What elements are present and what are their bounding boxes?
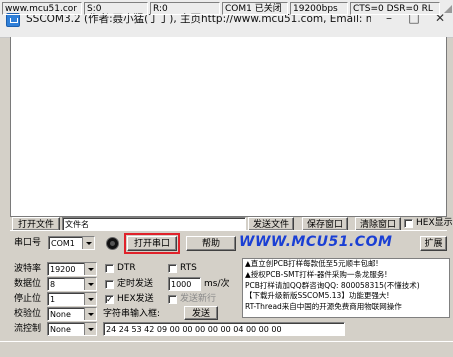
check-icon: ✓ (106, 295, 113, 304)
send-file-button[interactable]: 发送文件 (248, 217, 294, 231)
hex-send-label: HEX发送 (117, 294, 154, 304)
hex-display-label: HEX显示 (416, 218, 453, 228)
hex-send-checkbox[interactable]: ✓ (105, 295, 114, 304)
dtr-checkbox[interactable] (105, 264, 114, 273)
dtr-label: DTR (117, 263, 136, 273)
parity-select[interactable]: None (47, 307, 97, 321)
rts-checkbox[interactable] (168, 264, 177, 273)
status-received: R:0 (150, 2, 220, 15)
chevron-down-icon[interactable] (84, 293, 96, 305)
stopbits-label: 停止位 (14, 294, 42, 304)
ad-line[interactable]: 【下载升级新版SSCOM5.13】功能更强大! (245, 291, 449, 302)
expand-button[interactable]: 扩展 (420, 236, 447, 251)
port-label: 串口号 (14, 238, 42, 248)
flow-label: 流控制 (14, 324, 42, 334)
receive-area[interactable] (10, 37, 447, 217)
chevron-down-icon[interactable] (82, 237, 94, 249)
status-baud: 19200bps (290, 2, 348, 15)
chevron-down-icon[interactable] (84, 263, 96, 275)
logo-text: WWW.MCU51.COM (239, 234, 393, 250)
baud-value: 19200 (50, 265, 76, 274)
divider (10, 230, 447, 231)
timed-send-checkbox[interactable] (105, 280, 114, 289)
hex-display-checkbox[interactable] (404, 219, 413, 228)
stopbits-select[interactable]: 1 (47, 292, 97, 306)
send-newline-checkbox[interactable] (168, 295, 177, 304)
save-window-button[interactable]: 保存窗口 (302, 217, 348, 231)
chevron-down-icon[interactable] (84, 323, 96, 335)
port-status-indicator-icon (106, 237, 119, 250)
databits-select[interactable]: 8 (47, 277, 97, 291)
status-signals: CTS=0 DSR=0 RL (350, 2, 440, 15)
input-label: 字符串输入框: (103, 309, 161, 319)
rts-label: RTS (180, 263, 197, 273)
chevron-down-icon[interactable] (84, 278, 96, 290)
flow-value: None (50, 325, 71, 334)
interval-input[interactable]: 1000 (168, 277, 201, 291)
ad-line[interactable]: ▲直立创PCB打样每款低至5元顺丰包邮! (245, 259, 449, 270)
interval-unit-label: ms/次 (204, 279, 230, 289)
send-input[interactable]: 24 24 53 42 09 00 00 00 00 00 04 00 00 0… (103, 322, 345, 336)
stopbits-value: 1 (50, 295, 56, 304)
databits-label: 数据位 (14, 279, 42, 289)
help-button[interactable]: 帮助 (186, 236, 236, 251)
send-button[interactable]: 发送 (184, 306, 218, 320)
ad-line[interactable]: RT-Thread来自中国的开源免费商用物联网操作 (245, 302, 449, 313)
port-value: COM1 (51, 239, 75, 248)
app-icon (6, 13, 20, 27)
filename-field[interactable]: 文件名 (62, 217, 246, 231)
port-select[interactable]: COM1 (48, 236, 95, 250)
status-bar (0, 341, 453, 357)
send-newline-label: 发送新行 (180, 294, 217, 304)
status-port: COM1 已关闭 (222, 2, 288, 15)
resize-grip-icon[interactable] (443, 4, 453, 14)
parity-value: None (50, 310, 71, 319)
ad-panel[interactable]: ▲直立创PCB打样每款低至5元顺丰包邮! ▲授权PCB-SMT打样-器件采购一条… (242, 258, 450, 318)
baud-label: 波特率 (14, 264, 42, 274)
status-sent: S:0 (84, 2, 148, 15)
ad-line[interactable]: ▲授权PCB-SMT打样-器件采购一条龙服务! (245, 270, 449, 281)
chevron-down-icon[interactable] (84, 308, 96, 320)
highlight-box (124, 233, 180, 254)
baud-select[interactable]: 19200 (47, 262, 97, 276)
parity-label: 校验位 (14, 309, 42, 319)
timed-send-label: 定时发送 (117, 279, 154, 289)
status-site: www.mcu51.cor (2, 2, 82, 15)
clear-window-button[interactable]: 清除窗口 (355, 217, 401, 231)
databits-value: 8 (50, 280, 56, 289)
open-file-button[interactable]: 打开文件 (12, 217, 60, 231)
ad-line[interactable]: PCB打样请加QQ群咨询QQ: 800058315(不懂技术) (245, 281, 449, 292)
flow-select[interactable]: None (47, 322, 97, 336)
